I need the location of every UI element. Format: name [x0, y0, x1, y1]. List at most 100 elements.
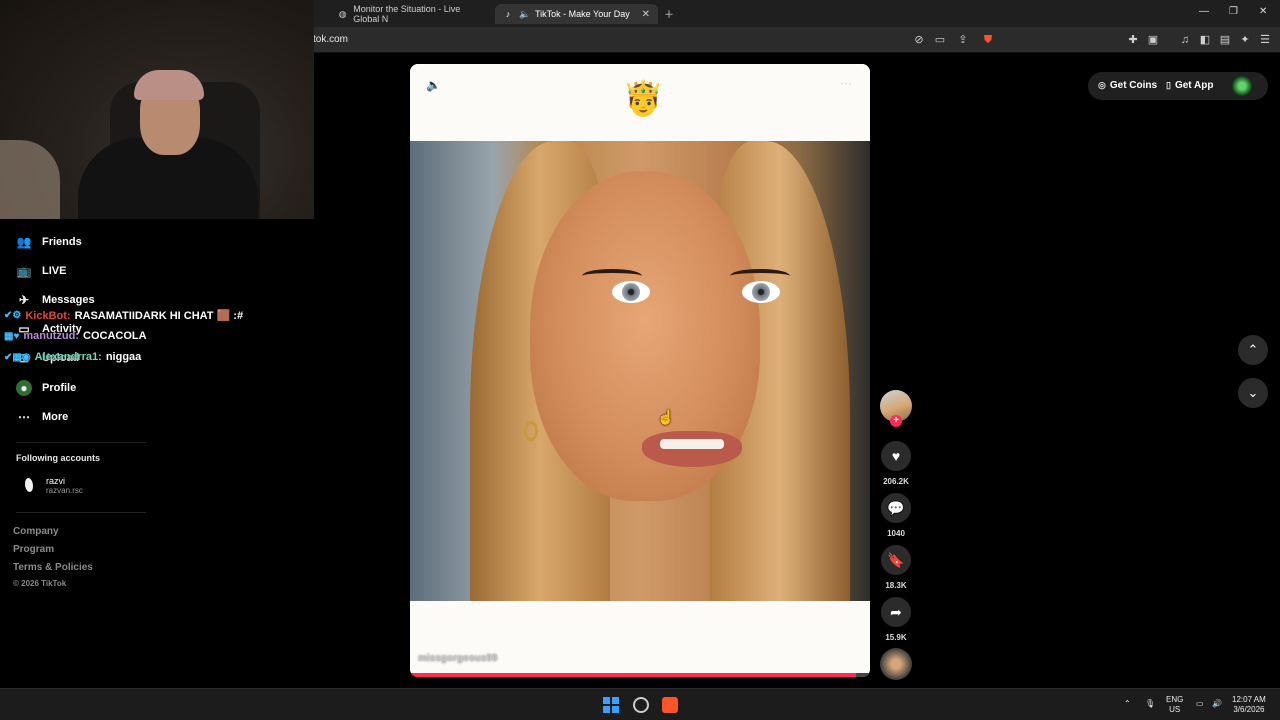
cast-icon[interactable]: ▭ — [933, 33, 947, 47]
sidebar-item-live[interactable]: 📺 LIVE — [16, 263, 67, 279]
clock[interactable]: 12:07 AM 3/6/2026 — [1232, 695, 1266, 715]
comment-icon: 💬 — [887, 500, 905, 516]
phone-icon: ▯ — [1166, 80, 1171, 90]
get-app-label: Get App — [1174, 80, 1214, 91]
language-label: ENG — [1166, 695, 1184, 704]
screen: ◍ Monitor the Situation - Live Global N … — [0, 0, 1280, 720]
tab-tiktok[interactable]: ♪ 🔈 TikTok - Make Your Day ✕ — [495, 4, 658, 24]
leo-icon[interactable]: ✦ — [1238, 33, 1252, 47]
extensions-icon[interactable]: ✚ — [1126, 33, 1140, 47]
brave-shield-icon[interactable]: ⛊ — [981, 33, 995, 47]
sidebar-item-more[interactable]: ⋯ More — [16, 409, 68, 425]
divider — [16, 442, 146, 443]
video-player[interactable]: 🔈 ··· 🤴 missgorgeous99 — [410, 64, 870, 677]
language-indicator[interactable]: ENG US — [1166, 695, 1183, 715]
sidebar-item-label: Profile — [42, 382, 77, 394]
share-button[interactable]: ➦ — [881, 597, 911, 627]
chat-text: RASAMATIIDARK HI CHAT 🟫 :# — [74, 310, 244, 322]
tab-title: TikTok - Make Your Day — [535, 9, 630, 19]
chat-text: niggaa — [105, 351, 142, 363]
windows-logo-quadrant — [612, 706, 619, 713]
next-video-button[interactable]: ⌄ — [1238, 378, 1268, 408]
app-icon[interactable] — [633, 697, 649, 713]
windows-taskbar: ⌃ 🎙 ENG US ▭ 🔊 12:07 AM 3/6/2026 — [0, 688, 1280, 720]
volume-icon[interactable]: 🔊 — [1212, 699, 1222, 709]
friends-icon: 👥 — [16, 235, 32, 249]
sidebar-toggle-icon[interactable]: ◧ — [1198, 33, 1212, 47]
badge-icon: ✔▦◉ — [4, 351, 31, 363]
windows-logo-quadrant — [612, 697, 619, 704]
share-count: 15.9K — [885, 633, 907, 642]
close-window-button[interactable]: ✕ — [1259, 6, 1267, 17]
top-actions: ◎ Get Coins ▯ Get App — [1088, 72, 1268, 100]
video-progress-fill — [410, 673, 857, 677]
sidebar-item-friends[interactable]: 👥 Friends — [16, 234, 82, 250]
sidebar-item-label: Friends — [42, 236, 82, 248]
sidebar-item-messages[interactable]: ✈ Messages — [16, 292, 95, 308]
video-username[interactable]: missgorgeous99 — [418, 653, 497, 664]
windows-start-icon[interactable] — [603, 697, 619, 713]
music-icon[interactable]: ♫ — [1178, 33, 1192, 47]
minimize-button[interactable]: — — [1199, 6, 1209, 17]
messages-icon: ✈ — [18, 293, 30, 307]
brave-browser-icon[interactable] — [662, 697, 678, 713]
hand-cursor-icon: ☝ — [657, 409, 675, 425]
url-field[interactable]: tok.com — [313, 34, 348, 45]
avatar — [22, 475, 36, 495]
share-icon[interactable]: ⇪ — [956, 33, 970, 47]
restore-button[interactable]: ❐ — [1229, 6, 1238, 17]
comment-count: 1040 — [887, 529, 905, 538]
profile-icon: ● — [16, 380, 32, 396]
chat-username: manutzud: — [23, 330, 79, 342]
windows-logo-quadrant — [603, 697, 610, 704]
live-icon: 📺 — [16, 264, 32, 278]
like-button[interactable]: ♥ — [881, 441, 911, 471]
footer-link-terms[interactable]: Terms & Policies — [13, 562, 93, 573]
sidebar-item-profile[interactable]: ● Profile — [16, 380, 76, 396]
new-tab-button[interactable]: ＋ — [664, 6, 674, 21]
coin-icon: ◎ — [1098, 80, 1106, 90]
follow-plus-icon[interactable]: + — [890, 415, 902, 427]
video-earring — [524, 421, 538, 441]
badge-icon: ✔⚙ — [4, 310, 22, 321]
network-icon[interactable]: ▭ — [1196, 699, 1204, 709]
tab-monitor[interactable]: ◍ Monitor the Situation - Live Global N — [330, 4, 495, 24]
like-count: 206.2K — [883, 477, 909, 486]
share-arrow-icon: ➦ — [890, 604, 902, 620]
save-count: 18.3K — [885, 581, 907, 590]
footer-link-company[interactable]: Company — [13, 526, 59, 537]
previous-video-button[interactable]: ⌃ — [1238, 335, 1268, 365]
more-icon: ⋯ — [18, 410, 30, 424]
region-label: US — [1169, 705, 1181, 714]
get-coins-button[interactable]: ◎ Get Coins — [1098, 80, 1157, 91]
chat-message: ✔▦◉ Alexandrra1: niggaa — [4, 351, 141, 363]
close-tab-icon[interactable]: ✕ — [642, 9, 650, 20]
badge-icon: ▦♥ — [4, 330, 20, 342]
video-progress-bar[interactable] — [410, 673, 870, 677]
menu-icon[interactable]: ☰ — [1258, 33, 1272, 47]
sound-disc[interactable] — [880, 648, 912, 680]
microphone-icon[interactable]: 🎙 — [1145, 699, 1155, 709]
account-name: razvi — [46, 475, 66, 486]
more-options-icon[interactable]: ··· — [840, 76, 852, 90]
chevron-up-icon[interactable]: ⌃ — [1124, 699, 1131, 709]
chat-message: ▦♥ manutzud: COCACOLA — [4, 330, 147, 342]
save-button[interactable]: 🔖 — [881, 545, 911, 575]
video-eye — [612, 281, 650, 303]
wallet-button-icon[interactable]: ▤ — [1218, 33, 1232, 47]
user-avatar[interactable] — [1232, 76, 1252, 96]
tiktok-icon: ♪ — [505, 9, 511, 19]
video-eye — [742, 281, 780, 303]
get-app-button[interactable]: ▯ Get App — [1166, 80, 1213, 91]
comment-button[interactable]: 💬 — [881, 493, 911, 523]
media-icon[interactable]: ⊘ — [912, 33, 926, 47]
chevron-down-icon: ⌄ — [1247, 385, 1259, 400]
webcam-person-hat — [134, 70, 204, 100]
chat-username: KickBot: — [25, 309, 71, 322]
speaker-icon: 🔈 — [519, 9, 531, 19]
volume-icon[interactable]: 🔈 — [426, 78, 441, 92]
get-coins-label: Get Coins — [1109, 80, 1158, 91]
following-account[interactable]: razvi razvan.rsc — [22, 475, 83, 495]
footer-link-program[interactable]: Program — [13, 544, 54, 555]
wallet-icon[interactable]: ▣ — [1146, 33, 1160, 47]
